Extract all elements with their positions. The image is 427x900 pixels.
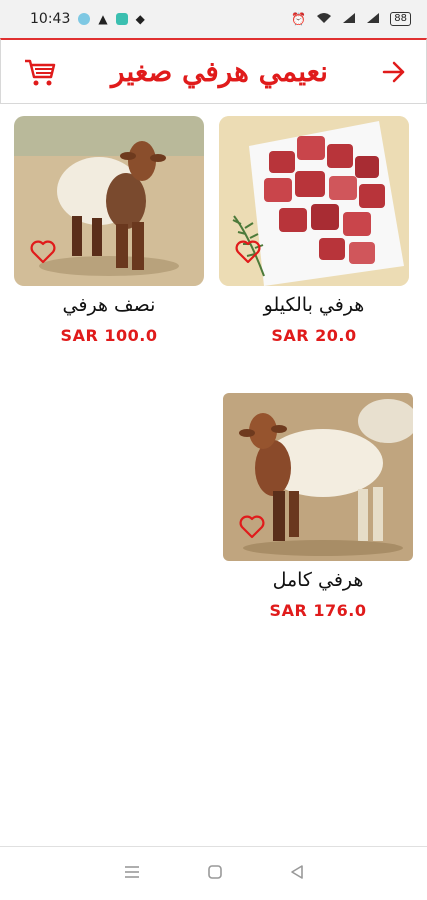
product-name: نصف هرفي: [62, 294, 156, 316]
battery-level: 88: [390, 12, 411, 26]
product-card[interactable]: هرفي بالكيلو SAR 20.0: [219, 116, 409, 345]
system-nav-bar: [0, 846, 427, 900]
product-image-meat[interactable]: [219, 116, 409, 286]
alarm-icon: ⏰: [291, 12, 307, 26]
app-header: نعيمي هرفي صغير: [0, 38, 427, 104]
messenger-icon: [115, 13, 128, 25]
notification-app-icon: [78, 13, 91, 25]
heart-icon[interactable]: [239, 515, 265, 543]
product-price: SAR 20.0: [271, 326, 357, 345]
product-card[interactable]: هرفي كامل SAR 176.0: [223, 393, 413, 620]
product-name: هرفي كامل: [272, 569, 364, 591]
cell-signal-icon: [342, 12, 356, 27]
heart-icon[interactable]: [30, 240, 56, 268]
cell-signal-2-icon: [366, 12, 380, 27]
clock: 10:43: [30, 11, 71, 27]
product-price: SAR 176.0: [269, 601, 367, 620]
back-nav-icon[interactable]: [290, 864, 304, 884]
product-price: SAR 100.0: [60, 326, 158, 345]
product-image-sheep[interactable]: [14, 116, 204, 286]
cart-icon[interactable]: [23, 57, 57, 87]
heart-icon[interactable]: [235, 240, 261, 268]
status-bar: 10:43 ▲ ◆ ⏰ 88: [0, 0, 427, 38]
product-card[interactable]: نصف هرفي SAR 100.0: [14, 116, 204, 345]
arrow-right-icon[interactable]: [382, 61, 406, 83]
recent-apps-icon[interactable]: [123, 864, 141, 884]
signal-arrows-icon: ◆: [135, 12, 145, 26]
wifi-icon: [316, 12, 332, 27]
battery-icon: 88: [390, 12, 411, 26]
warning-icon: ▲: [98, 12, 108, 26]
home-icon[interactable]: [207, 864, 223, 884]
page-title: نعيمي هرفي صغير: [111, 55, 328, 88]
product-name: هرفي بالكيلو: [263, 294, 365, 316]
product-image-sheep-whole[interactable]: [223, 393, 413, 561]
